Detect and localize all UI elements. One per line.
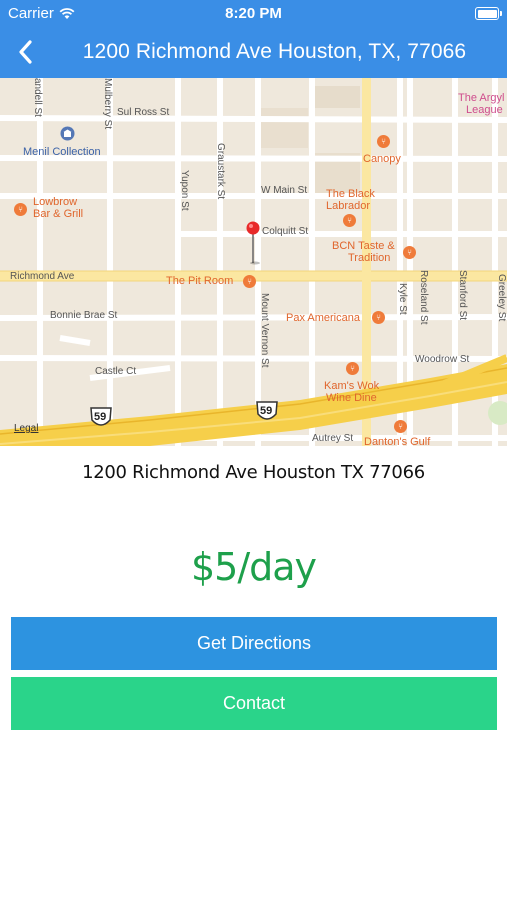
highway-shield-label: 59 [94,411,107,423]
museum-icon [60,126,75,141]
poi-label[interactable]: The Pit Room [166,275,233,287]
street-label: Mount Vernon St [259,293,270,368]
poi-label[interactable]: BCN Taste & [332,240,395,252]
poi-label[interactable]: Bar & Grill [33,208,83,220]
restaurant-icon: ⑂ [243,275,256,288]
street-label: Roseland St [418,270,429,325]
status-time: 8:20 PM [225,5,282,22]
street-label: Sul Ross St [117,107,170,118]
poi-label[interactable]: Kam's Wok [324,380,379,392]
parking-price: $5/day [190,545,317,589]
contact-button[interactable]: Contact [11,677,497,730]
nav-title: 1200 Richmond Ave Houston, TX, 77066 [82,40,467,63]
poi-label[interactable]: League [466,104,503,116]
restaurant-icon: ⑂ [377,135,390,148]
location-pin-icon[interactable] [246,221,262,265]
street-label: Colquitt St [262,226,309,237]
navigation-bar: 1200 Richmond Ave Houston, TX, 77066 [0,28,507,78]
restaurant-icon: ⑂ [394,420,407,433]
poi-label[interactable]: Menil Collection [23,146,101,158]
street-label: Mulberry St [102,78,113,130]
status-bar: Carrier 8:20 PM [0,0,507,28]
poi-label[interactable]: Pax Americana [286,312,360,324]
poi-label[interactable]: Lowbrow [33,196,77,208]
highway-shield-label: 59 [260,405,273,417]
street-label: Kyle St [397,283,408,315]
restaurant-icon: ⑂ [372,311,385,324]
get-directions-button[interactable]: Get Directions [11,617,497,670]
map-legal-link[interactable]: Legal [14,423,38,434]
poi-label[interactable]: Tradition [348,252,390,264]
street-label: Greeley St [496,274,507,322]
street-label: Yupon St [179,170,190,211]
restaurant-icon: ⑂ [14,203,27,216]
street-label: andell St [32,78,43,117]
parking-address: 1200 Richmond Ave Houston TX 77066 [82,462,425,483]
poi-label[interactable]: Labrador [326,200,370,212]
restaurant-icon: ⑂ [403,246,416,259]
street-label: Graustark St [215,143,226,200]
poi-label[interactable]: Danton's Gulf [364,436,430,446]
street-label: Stanford St [457,270,468,321]
poi-label[interactable]: Canopy [363,153,401,165]
poi-label[interactable]: The Black [326,188,375,200]
street-label: Woodrow St [415,354,470,365]
street-label: W Main St [261,185,308,196]
restaurant-icon: ⑂ [346,362,359,375]
street-label: Bonnie Brae St [50,310,118,321]
poi-label[interactable]: The Argyl [458,92,504,104]
street-label: Richmond Ave [10,271,75,282]
restaurant-icon: ⑂ [343,214,356,227]
street-label: Autrey St [312,433,354,444]
back-chevron-icon[interactable] [12,37,42,67]
street-label: Castle Ct [95,366,137,377]
battery-icon [475,7,502,20]
map-view[interactable]: Sul Ross St Mulberry St andell St Yupon … [0,78,507,446]
poi-label[interactable]: Wine Dine [326,392,377,404]
